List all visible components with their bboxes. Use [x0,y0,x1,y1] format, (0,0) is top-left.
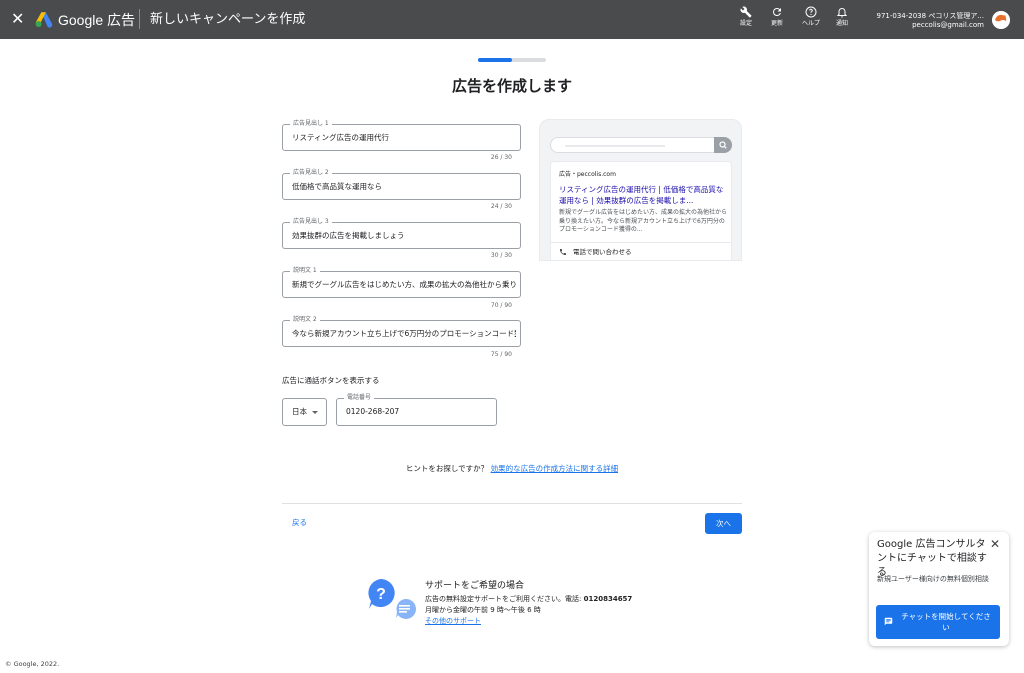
page-header-title: 新しいキャンペーンを作成 [150,12,306,27]
support-phone-line: 広告の無料設定サポートをご利用ください。電話: 0120834657 [425,594,632,604]
chat-icon [884,617,893,626]
preview-headline: リスティング広告の運用代行 | 低価格で高品質な運用なら | 効果抜群の広告を掲… [559,185,724,205]
preview-search-placeholder [565,145,665,147]
phone-icon [560,249,566,255]
country-select[interactable]: 日本 [282,398,327,426]
notifications-button[interactable]: 通知 [828,6,856,32]
phone-number-label: 電話番号 [344,394,375,402]
headline-1-value: リスティング広告の運用代行 [292,133,390,142]
description-1-label: 説明文 1 [290,267,320,275]
section-divider [282,503,742,504]
chat-panel-subtitle: 新規ユーザー様向けの無料個別相談 [877,575,989,583]
next-button[interactable]: 次へ [705,513,742,534]
headline-1-field[interactable]: 広告見出し 1 リスティング広告の運用代行 [282,120,521,151]
support-phone-number: 0120834657 [583,595,633,603]
support-title: サポートをご希望の場合 [425,581,525,591]
notifications-label: 通知 [835,20,848,27]
settings-label: 設定 [739,20,752,27]
svg-text:?: ? [376,586,386,603]
step-progress-bar [478,58,546,62]
headline-2-field[interactable]: 広告見出し 2 低価格で高品質な運用なら [282,169,521,200]
hint-prefix: ヒントをお探しですか？ [405,464,489,473]
description-2-label: 説明文 2 [290,316,320,324]
account-email: peccolis@gmail.com [912,21,984,29]
start-chat-button[interactable]: チャットを開始してください [876,605,1000,639]
account-switcher[interactable]: 971-034-2038 ペコリス管理ア... peccolis@gmail.c… [877,12,985,30]
phone-number-field[interactable]: 電話番号 0120-268-207 [336,394,497,426]
hint-link[interactable]: 効果的な広告の作成方法に関する詳細 [491,464,619,473]
phone-number-value: 0120-268-207 [346,407,400,416]
preview-call-extension: 電話で問い合わせる [559,248,632,257]
page-title: 広告を作成します [451,77,572,95]
support-chat-icon: ? [368,579,416,619]
brand-divider [139,9,140,29]
refresh-button[interactable]: 更新 [763,6,791,32]
ad-preview: 広告・peccolis.com リスティング広告の運用代行 | 低価格で高品質な… [539,119,742,261]
headline-3-label: 広告見出し 3 [290,218,332,226]
help-button[interactable]: ヘルプ [797,6,825,32]
description-2-counter: 75 / 90 [490,351,512,358]
account-id: 971-034-2038 ペコリス管理ア... [876,12,985,20]
headline-3-counter: 30 / 30 [490,252,512,259]
country-select-value: 日本 [292,407,307,416]
headline-1-counter: 26 / 30 [490,154,512,161]
avatar[interactable] [992,11,1010,29]
refresh-label: 更新 [770,20,783,27]
preview-search-button [714,137,732,153]
preview-ad-card: 広告・peccolis.com リスティング広告の運用代行 | 低価格で高品質な… [550,161,732,260]
help-label: ヘルプ [801,20,820,27]
preview-divider [551,242,731,243]
consultant-chat-panel: Google 広告コンサルタントにチャットで相談する ✕ 新規ユーザー様向けの無… [869,532,1009,646]
back-button[interactable]: 戻る [292,518,307,528]
preview-search-bar [550,137,732,153]
search-icon [719,141,727,149]
close-icon[interactable]: ✕ [990,537,1000,551]
description-1-value: 新規でグーグル広告をはじめたい方、成果の拡大の為他社から乗り換えたい方。 [292,280,516,289]
description-1-counter: 70 / 90 [490,302,512,309]
copyright-footer: © Google, 2022. [5,660,60,668]
preview-ad-url: 広告・peccolis.com [559,171,616,178]
help-icon [805,6,817,18]
avatar-logo-icon [992,11,1010,29]
start-chat-label: チャットを開始してください [901,612,991,632]
wrench-icon [740,6,752,18]
settings-button[interactable]: 設定 [732,6,760,32]
close-icon[interactable]: ✕ [11,10,24,28]
preview-description: 新規でグーグル広告をはじめたい方、成果の拡大の為他社から乗り換えたい方。今なら新… [559,209,728,233]
step-progress-fill [478,58,512,62]
google-ads-logo-icon [35,12,53,28]
chevron-down-icon [312,411,318,414]
description-2-field[interactable]: 説明文 2 今なら新規アカウント立ち上げで6万円分のプロモーションコード獲得のチ… [282,316,521,347]
brand-name: Google 広告 [58,12,136,28]
hint-text: ヒントをお探しですか？ 効果的な広告の作成方法に関する詳細 [0,464,1024,474]
support-phone-prefix: 広告の無料設定サポートをご利用ください。電話: [425,595,582,603]
headline-2-counter: 24 / 30 [490,203,512,210]
headline-2-label: 広告見出し 2 [290,169,332,177]
headline-2-value: 低価格で高品質な運用なら [292,182,382,191]
description-2-value: 今なら新規アカウント立ち上げで6万円分のプロモーションコード獲得のチャンス [292,329,516,338]
refresh-icon [772,7,781,16]
description-1-field[interactable]: 説明文 1 新規でグーグル広告をはじめたい方、成果の拡大の為他社から乗り換えたい… [282,267,521,298]
bell-icon [836,8,848,18]
headline-3-value: 効果抜群の広告を掲載しましょう [292,231,405,240]
call-button-label: 広告に通話ボタンを表示する [282,376,380,385]
support-hours: 月曜から金曜の午前 9 時〜午後 6 時 [425,606,541,614]
other-support-link[interactable]: その他のサポート [425,616,481,626]
top-app-bar: ✕ Google 広告 新しいキャンペーンを作成 設定 更新 ヘルプ 通知 97… [0,0,1024,39]
headline-3-field[interactable]: 広告見出し 3 効果抜群の広告を掲載しましょう [282,218,521,249]
headline-1-label: 広告見出し 1 [290,120,332,128]
preview-call-text: 電話で問い合わせる [573,248,632,256]
